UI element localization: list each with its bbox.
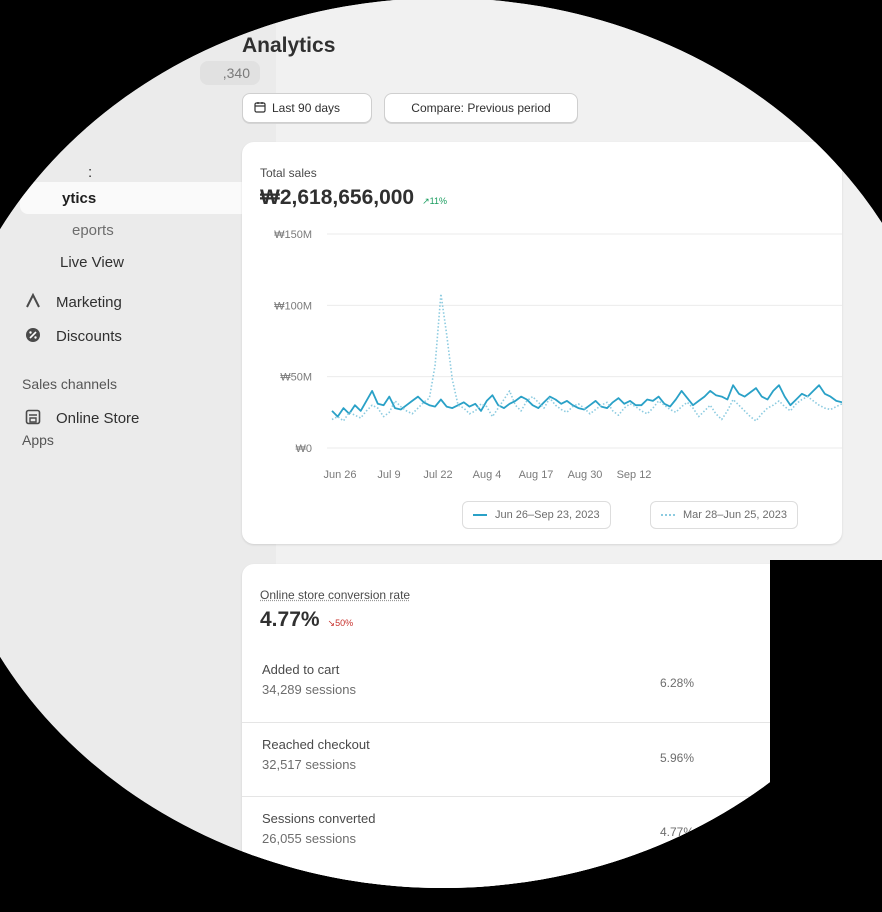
conversion-label[interactable]: Online store conversion rate (260, 588, 410, 602)
total-sales-chart: ₩150M ₩100M ₩50M ₩0 Jun 26 Jul 9 Jul 22 Aug 4 Au… (274, 229, 842, 481)
legend-line-icon (473, 514, 487, 516)
screenshot-viewport: ,340 : ytics eports Live View Marketing … (0, 0, 882, 912)
section-label: Sales channels (22, 376, 117, 392)
table-row: Sessions converted 26,055 sessions 4.77%… (242, 796, 842, 871)
sidebar-item-analytics[interactable]: ytics (20, 182, 262, 214)
x-tick-label: Aug 17 (519, 469, 554, 481)
conversion-value-row: 4.77% ↘50% (260, 608, 353, 632)
sidebar-item-label: Online Store (56, 409, 140, 427)
arrow-up-icon: ↗ (422, 196, 430, 206)
funnel-step-name: Reached checkout (262, 737, 370, 752)
apps-section[interactable]: Apps (22, 432, 54, 448)
sidebar-item-reports[interactable]: eports (72, 214, 114, 246)
y-tick-label: ₩150M (274, 229, 312, 241)
legend-current[interactable]: Jun 26–Sep 23, 2023 (462, 501, 611, 529)
section-label: Apps (22, 432, 54, 448)
compare-button[interactable]: Compare: Previous period (384, 93, 578, 123)
arrow-down-icon: ↘ (327, 618, 336, 628)
sidebar-item-marketing[interactable]: Marketing (24, 286, 122, 318)
sidebar: ,340 : ytics eports Live View Marketing … (0, 0, 276, 888)
sidebar-item-label: Live View (60, 253, 124, 271)
black-overlay (770, 560, 882, 784)
sidebar-item-live-view[interactable]: Live View (60, 246, 124, 278)
y-tick-label: ₩0 (296, 443, 313, 455)
total-sales-label: Total sales (260, 166, 317, 180)
conversion-value: 4.77% (260, 608, 320, 631)
legend-current-label: Jun 26–Sep 23, 2023 (495, 509, 600, 521)
app-window: ,340 : ytics eports Live View Marketing … (0, 0, 882, 888)
sidebar-item-online-store[interactable]: Online Store (24, 402, 139, 434)
table-row: Added to cart 34,289 sessions 6.28% (242, 648, 842, 722)
x-tick-label: Jun 26 (323, 469, 356, 481)
conversion-change-badge: ↘50% (328, 618, 354, 629)
x-tick-label: Aug 4 (473, 469, 502, 481)
sales-channels-section[interactable]: Sales channels (22, 376, 117, 392)
conversion-card: Online store conversion rate 4.77% ↘50% … (242, 564, 842, 888)
previous-period-line (331, 293, 842, 422)
circular-crop: ,340 : ytics eports Live View Marketing … (0, 0, 882, 888)
store-icon (24, 409, 42, 427)
discount-icon (24, 327, 42, 345)
x-tick-label: Jul 9 (377, 469, 400, 481)
funnel-step-sessions: 34,289 sessions (262, 682, 356, 697)
funnel-step-sessions: 32,517 sessions (262, 757, 356, 772)
y-tick-label: ₩50M (280, 372, 312, 384)
x-tick-label: Jul 22 (423, 469, 452, 481)
sidebar-item-label: eports (72, 221, 114, 239)
sales-change-badge: ↗11% (422, 196, 447, 207)
funnel-step-name: Added to cart (262, 662, 340, 677)
sidebar-item-label: Marketing (56, 293, 122, 311)
calendar-icon (254, 101, 266, 116)
x-tick-label: Sep 12 (617, 469, 652, 481)
total-sales-value-row: ₩2,618,656,000 ↗11% (260, 186, 447, 210)
page-title: Analytics (242, 34, 336, 57)
sidebar-item-label: Discounts (56, 327, 122, 345)
total-sales-card: Total sales ₩2,618,656,000 ↗11% ₩150M ₩10… (242, 142, 842, 544)
y-tick-label: ₩100M (274, 300, 312, 312)
funnel-step-change-value: 50% (779, 827, 798, 837)
date-range-label: Last 90 days (272, 101, 341, 115)
marketing-icon (24, 292, 42, 311)
date-range-button[interactable]: Last 90 days (242, 93, 372, 123)
legend-dotted-icon (661, 514, 675, 516)
table-row: Reached checkout 32,517 sessions 5.96% (242, 722, 842, 797)
conversion-change-value: 50% (335, 618, 354, 628)
funnel-step-change: ↘50% (772, 827, 798, 838)
funnel-step-rate: 4.77% (660, 825, 695, 839)
funnel-step-name: Sessions converted (262, 811, 376, 826)
sales-change-value: 11% (429, 196, 448, 206)
total-sales-value: ₩2,618,656,000 (260, 186, 415, 209)
sidebar-item-label: ytics (62, 189, 97, 207)
compare-label: Compare: Previous period (411, 101, 551, 115)
funnel-step-sessions: 26,055 sessions (262, 831, 356, 846)
legend-previous[interactable]: Mar 28–Jun 25, 2023 (650, 501, 798, 529)
legend-previous-label: Mar 28–Jun 25, 2023 (683, 509, 787, 521)
funnel-step-rate: 6.28% (660, 676, 695, 690)
store-badge[interactable]: ,340 (200, 61, 260, 85)
funnel-step-rate: 5.96% (660, 751, 695, 765)
arrow-down-icon: ↘ (772, 827, 780, 837)
x-tick-label: Aug 30 (568, 469, 603, 481)
sidebar-item-discounts[interactable]: Discounts (24, 320, 122, 352)
